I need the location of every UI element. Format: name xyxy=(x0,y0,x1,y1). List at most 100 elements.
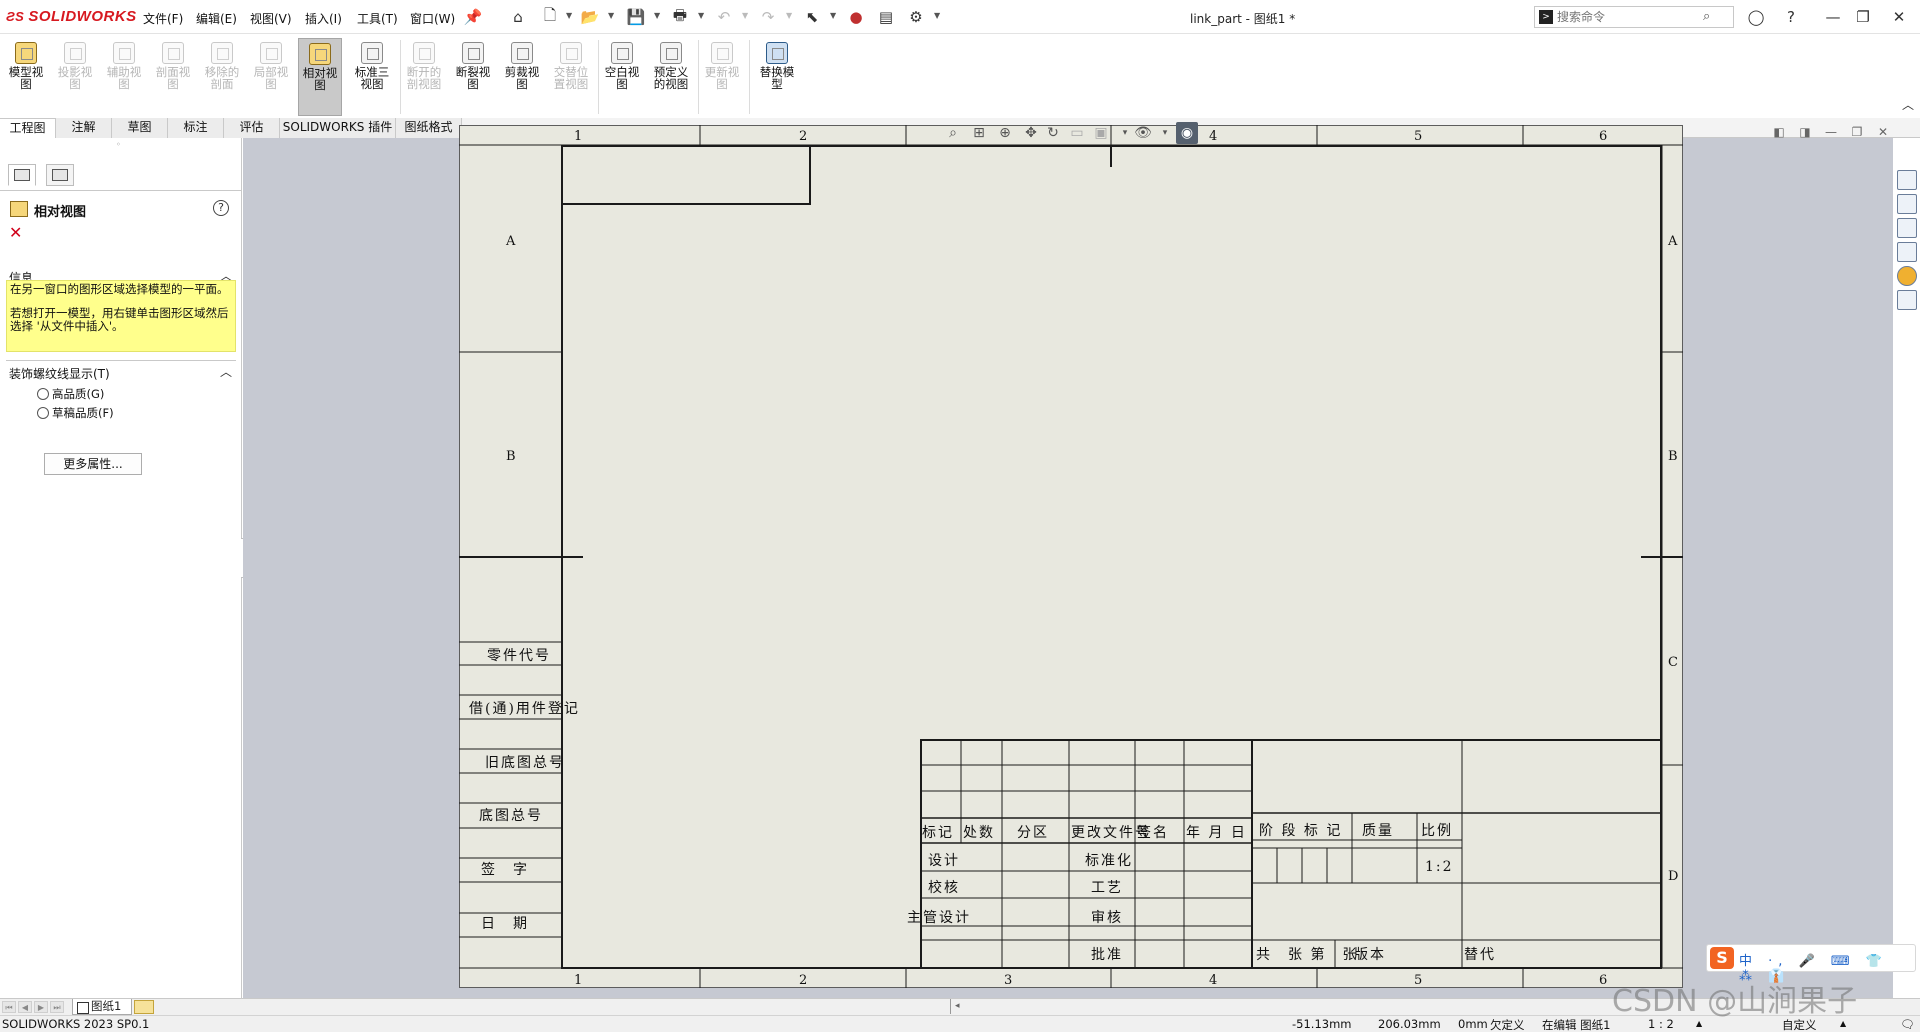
tab-property-manager[interactable] xyxy=(8,164,36,186)
print-caret-icon[interactable]: ▼ xyxy=(698,11,704,20)
collapse-ribbon-chevron-icon[interactable]: ︿ xyxy=(1902,96,1914,113)
solidworks-logo[interactable]: ƧS SOLIDWORKS xyxy=(6,8,137,25)
section-icon[interactable]: ▣ xyxy=(1090,122,1112,144)
window-tile-left-icon[interactable]: ◧ xyxy=(1770,123,1788,141)
undo-icon[interactable]: ↶ xyxy=(714,7,734,27)
appearances-icon[interactable] xyxy=(1897,266,1917,286)
help-icon[interactable]: ? xyxy=(213,200,229,216)
standard-3-view-button[interactable]: 标准三视图 xyxy=(350,38,394,116)
menu-window[interactable]: 窗口(W) xyxy=(410,10,455,27)
tab-drawing[interactable]: 工程图 xyxy=(0,118,56,138)
prev-sheet-arrow-icon[interactable]: ◀ xyxy=(18,1001,32,1013)
search-input[interactable] xyxy=(1557,9,1697,25)
auxiliary-view-button[interactable]: 辅助视图 xyxy=(102,38,146,116)
alternate-position-view-button[interactable]: 交替位置视图 xyxy=(549,38,593,116)
more-properties-button[interactable]: 更多属性... xyxy=(44,453,142,475)
tab-annotation[interactable]: 注解 xyxy=(56,118,112,138)
zoom-in-out-icon[interactable]: ⊕ xyxy=(994,122,1016,144)
solidworks-resources-home-icon[interactable] xyxy=(1897,170,1917,190)
hide-show-items-icon[interactable]: 👁 xyxy=(1132,122,1154,144)
broken-out-section-button[interactable]: 断开的剖视图 xyxy=(402,38,446,116)
rebuild-traffic-light-icon[interactable]: ● xyxy=(846,7,866,27)
zoom-to-area-icon[interactable]: ⊞ xyxy=(968,122,990,144)
update-view-button[interactable]: 更新视图 xyxy=(700,38,744,116)
search-commands[interactable]: > ⌕ xyxy=(1534,6,1734,28)
new-caret-icon[interactable]: ▼ xyxy=(566,11,572,20)
menu-insert[interactable]: 插入(I) xyxy=(305,10,342,27)
doc-close-icon[interactable]: ✕ xyxy=(1874,123,1892,141)
detail-view-button[interactable]: 局部视图 xyxy=(249,38,293,116)
menu-edit[interactable]: 编辑(E) xyxy=(196,10,237,27)
sogou-s-icon[interactable]: S xyxy=(1710,947,1734,969)
options-caret-icon[interactable]: ▼ xyxy=(934,11,940,20)
open-caret-icon[interactable]: ▼ xyxy=(608,11,614,20)
menu-view[interactable]: 视图(V) xyxy=(250,10,292,27)
menu-file[interactable]: 文件(F) xyxy=(143,10,183,27)
close-icon[interactable]: ✕ xyxy=(1888,6,1910,28)
design-library-icon[interactable] xyxy=(1897,194,1917,214)
window-tile-right-icon[interactable]: ◨ xyxy=(1796,123,1814,141)
select-arrow-icon[interactable]: ⬉ xyxy=(802,7,822,27)
zoom-to-fit-icon[interactable]: ⌕ xyxy=(942,122,964,144)
rotate-icon[interactable]: ↻ xyxy=(1042,122,1064,144)
last-sheet-arrow-icon[interactable]: ⏭ xyxy=(50,1001,64,1013)
restore-icon[interactable]: ❐ xyxy=(1852,6,1874,28)
scale-caret-icon[interactable]: ▲ xyxy=(1696,1019,1702,1028)
custom-properties-icon[interactable] xyxy=(1897,290,1917,310)
tab-feature-tree[interactable] xyxy=(46,164,74,186)
doc-restore-icon[interactable]: ❐ xyxy=(1848,123,1866,141)
undo-caret-icon[interactable]: ▼ xyxy=(742,11,748,20)
cancel-x-icon[interactable]: ✕ xyxy=(9,223,22,242)
crop-view-button[interactable]: 剪裁视图 xyxy=(500,38,544,116)
tab-markup[interactable]: 标注 xyxy=(168,118,224,138)
high-quality-radio[interactable]: 高品质(G) xyxy=(37,386,104,402)
scroll-left-arrow-icon[interactable]: ◂ xyxy=(955,1001,960,1011)
units-caret-icon[interactable]: ▲ xyxy=(1840,1019,1846,1028)
add-sheet-icon[interactable] xyxy=(134,1000,154,1014)
save-icon[interactable]: 💾 xyxy=(626,7,646,27)
radio-circle-icon[interactable] xyxy=(37,388,49,400)
redo-caret-icon[interactable]: ▼ xyxy=(786,11,792,20)
open-icon[interactable]: 📂 xyxy=(580,7,600,27)
previous-view-icon[interactable]: ▭ xyxy=(1066,122,1088,144)
dropdown-caret-icon[interactable]: ▾ xyxy=(1154,122,1176,144)
help-icon[interactable]: ? xyxy=(1780,6,1802,28)
next-sheet-arrow-icon[interactable]: ▶ xyxy=(34,1001,48,1013)
panel-grip-icon[interactable]: ◦ xyxy=(116,140,121,149)
section-view-button[interactable]: 剖面视图 xyxy=(151,38,195,116)
break-view-button[interactable]: 断裂视图 xyxy=(451,38,495,116)
tab-solidworks-addins[interactable]: SOLIDWORKS 插件 xyxy=(280,118,396,138)
select-caret-icon[interactable]: ▼ xyxy=(830,11,836,20)
file-explorer-icon[interactable] xyxy=(1897,218,1917,238)
radio-circle-icon[interactable] xyxy=(37,407,49,419)
new-document-icon[interactable]: 🗋 xyxy=(540,6,560,27)
cosmetic-thread-group-header[interactable]: 装饰螺纹线显示(T) ︿ xyxy=(0,362,242,382)
print-icon[interactable]: 🖶 xyxy=(670,6,690,27)
chevron-up-icon[interactable]: ︿ xyxy=(220,363,232,380)
menu-tools[interactable]: 工具(T) xyxy=(357,10,398,27)
file-properties-icon[interactable]: ▤ xyxy=(876,7,896,27)
first-sheet-arrow-icon[interactable]: ⏮ xyxy=(2,1001,16,1013)
doc-minimize-icon[interactable]: — xyxy=(1822,123,1840,141)
model-view-button[interactable]: 模型视图 xyxy=(4,38,48,116)
predefined-view-button[interactable]: 预定义的视图 xyxy=(649,38,693,116)
pin-icon[interactable]: 📌 xyxy=(463,7,483,27)
chat-icon[interactable]: 🗨 xyxy=(1900,1017,1915,1031)
search-icon[interactable]: ⌕ xyxy=(1703,9,1710,24)
tab-sketch[interactable]: 草图 xyxy=(112,118,168,138)
sheet-tab-sheet1[interactable]: 图纸1 xyxy=(72,999,132,1015)
minimize-icon[interactable]: — xyxy=(1822,6,1844,28)
relative-view-button[interactable]: 相对视图 xyxy=(298,38,342,116)
redo-icon[interactable]: ↷ xyxy=(758,7,778,27)
options-gear-icon[interactable]: ⚙ xyxy=(906,7,926,27)
tab-sheet-format[interactable]: 图纸格式 xyxy=(396,118,462,138)
empty-view-button[interactable]: 空白视图 xyxy=(600,38,644,116)
pan-icon[interactable]: ✥ xyxy=(1020,122,1042,144)
user-account-icon[interactable]: ◯ xyxy=(1745,6,1767,28)
save-caret-icon[interactable]: ▼ xyxy=(654,11,660,20)
view-palette-icon[interactable] xyxy=(1897,242,1917,262)
display-style-sphere-icon[interactable]: ◉ xyxy=(1176,122,1198,144)
tab-evaluate[interactable]: 评估 xyxy=(224,118,280,138)
draft-quality-radio[interactable]: 草稿品质(F) xyxy=(37,405,114,421)
projected-view-button[interactable]: 投影视图 xyxy=(53,38,97,116)
